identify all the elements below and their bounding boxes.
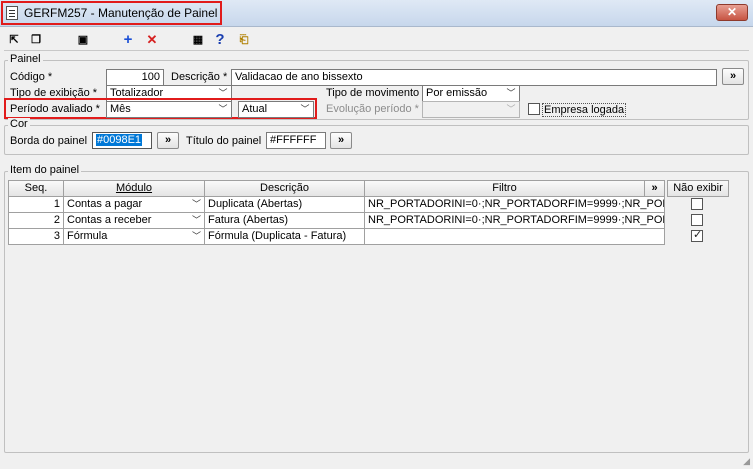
descricao-label: Descrição * — [171, 71, 228, 83]
borda-field[interactable]: #0098E1 — [92, 132, 152, 149]
row1-filtro[interactable]: NR_PORTADORINI=0·;NR_PORTADORFIM=9999·;N… — [365, 197, 665, 213]
chevron-down-icon: ﹀ — [506, 104, 516, 114]
row2-seq[interactable]: 2 — [8, 213, 64, 229]
row2-nao-exibir-cell — [667, 213, 729, 229]
row3-seq[interactable]: 3 — [8, 229, 64, 245]
titulo-label: Título do painel — [186, 135, 262, 147]
borda-more-button[interactable]: » — [157, 132, 179, 149]
exit-icon[interactable]: ⎗ — [236, 32, 252, 48]
header-descricao[interactable]: Descrição — [205, 180, 365, 197]
delete-icon[interactable]: ✕ — [144, 32, 160, 48]
copy-icon[interactable]: ❐ — [28, 32, 44, 48]
row1-descricao[interactable]: Duplicata (Abertas) — [205, 197, 365, 213]
codigo-label: Código * — [10, 71, 53, 83]
evolucao-select[interactable]: ﹀ — [422, 101, 520, 118]
tipo-movimento-label: Tipo de movimento — [326, 87, 420, 99]
empresa-logada-label: Empresa logada — [542, 103, 627, 117]
titulo-field[interactable]: #FFFFFF — [266, 132, 326, 149]
chevron-down-icon: ﹀ — [191, 231, 201, 241]
periodo-select[interactable]: Mês ﹀ — [106, 101, 232, 118]
row3-filtro[interactable] — [365, 229, 665, 245]
tipo-movimento-select[interactable]: Por emissão ﹀ — [422, 85, 520, 102]
filtro-more-button[interactable]: » — [645, 180, 665, 197]
cor-legend: Cor — [8, 118, 30, 130]
chevron-down-icon: ﹀ — [506, 88, 516, 98]
row2-filtro[interactable]: NR_PORTADORINI=0·;NR_PORTADORFIM=9999·;N… — [365, 213, 665, 229]
header-nao-exibir[interactable]: Não exibir — [667, 180, 729, 197]
row2-nao-exibir-checkbox[interactable] — [691, 214, 703, 226]
row2-modulo[interactable]: Contas a receber ﹀ — [64, 213, 205, 229]
row2-modulo-value: Contas a receber — [67, 214, 152, 226]
resize-grip-icon[interactable]: ◢ — [738, 455, 750, 467]
row1-modulo-value: Contas a pagar — [67, 198, 143, 210]
header-filtro[interactable]: Filtro — [365, 180, 645, 197]
borda-label: Borda do painel — [10, 135, 88, 147]
add-icon[interactable]: + — [120, 32, 136, 48]
save-icon[interactable]: ▣ — [75, 32, 91, 48]
chevron-down-icon: ﹀ — [191, 215, 201, 225]
row2-descricao[interactable]: Fatura (Abertas) — [205, 213, 365, 229]
periodo-ref-select[interactable]: Atual ﹀ — [238, 101, 314, 118]
close-button[interactable]: ✕ — [716, 4, 748, 21]
title-highlight — [1, 1, 222, 25]
row1-nao-exibir-checkbox[interactable] — [691, 198, 703, 210]
empresa-logada-checkbox[interactable] — [528, 103, 540, 115]
row1-nao-exibir-cell — [667, 197, 729, 213]
header-seq[interactable]: Seq. — [8, 180, 64, 197]
descricao-field[interactable]: Validacao de ano bissexto — [231, 69, 717, 86]
descricao-more-button[interactable]: » — [722, 68, 744, 85]
tipo-movimento-value: Por emissão — [426, 87, 488, 99]
periodo-label: Período avaliado * — [10, 103, 100, 115]
toolbar-separator — [4, 50, 749, 51]
row3-modulo[interactable]: Fórmula ﹀ — [64, 229, 205, 245]
itens-legend: Item do painel — [8, 164, 82, 176]
row3-descricao[interactable]: Fórmula (Duplicata - Fatura) — [205, 229, 365, 245]
periodo-value: Mês — [110, 103, 131, 115]
nav-back-icon[interactable]: ⇱ — [6, 32, 22, 48]
chevron-down-icon: ﹀ — [300, 104, 310, 114]
itens-grid: Seq. Módulo Descrição Filtro » Não exibi… — [8, 180, 730, 245]
help-icon[interactable]: ? — [212, 32, 228, 48]
periodo-ref-value: Atual — [242, 103, 268, 115]
titulo-more-button[interactable]: » — [330, 132, 352, 149]
header-modulo[interactable]: Módulo — [64, 180, 205, 197]
row3-nao-exibir-cell — [667, 229, 729, 245]
row1-seq[interactable]: 1 — [8, 197, 64, 213]
row1-modulo[interactable]: Contas a pagar ﹀ — [64, 197, 205, 213]
row3-modulo-value: Fórmula — [67, 230, 108, 242]
title-bar: GERFM257 - Manutenção de Painel ✕ — [0, 0, 753, 27]
row3-nao-exibir-checkbox[interactable] — [691, 229, 703, 243]
codigo-field[interactable]: 100 — [106, 69, 164, 86]
chevron-down-icon: ﹀ — [191, 199, 201, 209]
borda-value: #0098E1 — [96, 134, 143, 146]
evolucao-label: Evolução período * — [326, 103, 419, 115]
grid-icon[interactable]: ▦ — [190, 32, 206, 48]
painel-legend: Painel — [8, 53, 43, 65]
chevron-down-icon: ﹀ — [218, 104, 228, 114]
